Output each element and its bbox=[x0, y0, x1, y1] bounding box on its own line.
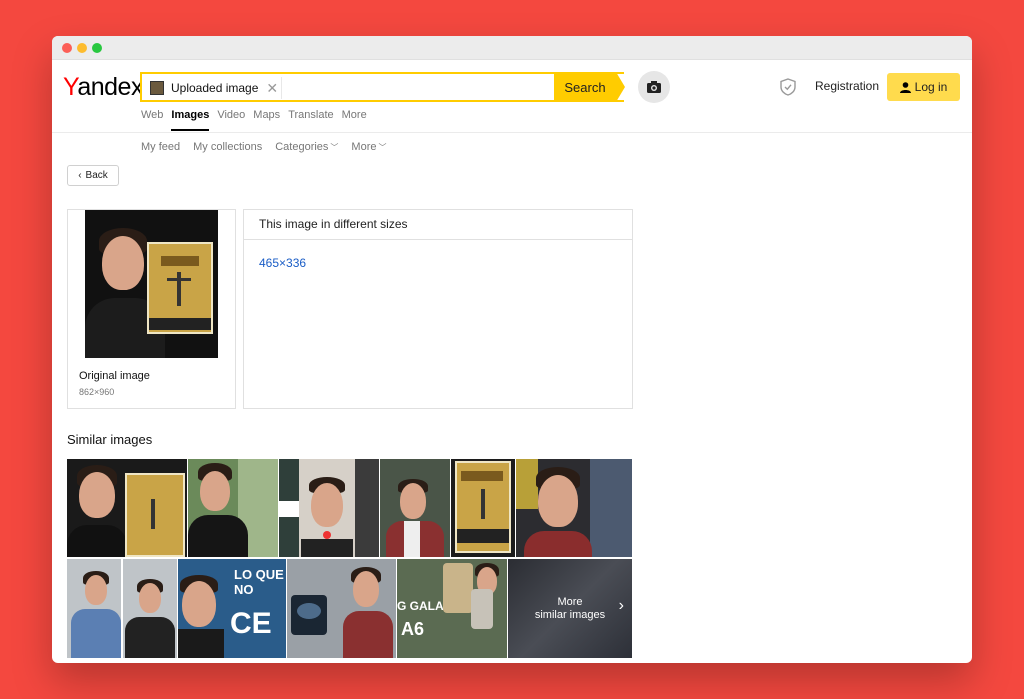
original-image-dimensions: 862×960 bbox=[79, 387, 115, 397]
yandex-logo[interactable]: Yandex bbox=[63, 73, 143, 102]
tab-more[interactable]: More bbox=[342, 109, 367, 121]
tab-web[interactable]: Web bbox=[141, 109, 163, 121]
my-feed-link[interactable]: My feed bbox=[141, 141, 180, 153]
title-bar bbox=[52, 36, 972, 60]
registration-link[interactable]: Registration bbox=[815, 79, 879, 93]
similar-image[interactable] bbox=[287, 559, 396, 658]
back-label: Back bbox=[85, 170, 108, 181]
tab-video[interactable]: Video bbox=[217, 109, 245, 121]
similar-image[interactable] bbox=[67, 559, 177, 658]
maximize-window-button[interactable] bbox=[92, 43, 102, 53]
similar-image[interactable] bbox=[380, 459, 450, 557]
back-button[interactable]: ‹ Back bbox=[67, 165, 119, 186]
similar-image[interactable] bbox=[279, 459, 379, 557]
chevron-right-icon: › bbox=[618, 597, 624, 614]
sizes-heading: This image in different sizes bbox=[244, 210, 632, 240]
search-box[interactable]: Uploaded image ✕ bbox=[140, 72, 624, 102]
similar-image[interactable] bbox=[516, 459, 632, 557]
search-button[interactable]: Search bbox=[554, 72, 616, 102]
service-tabs: Web Images Video Maps Translate More bbox=[141, 109, 375, 131]
size-link[interactable]: 465×336 bbox=[259, 256, 306, 270]
similar-images-title: Similar images bbox=[67, 432, 153, 447]
header-divider bbox=[52, 132, 972, 133]
tab-maps[interactable]: Maps bbox=[253, 109, 280, 121]
images-subnav: My feed My collections Categories ﹀ More ﹀ bbox=[141, 141, 399, 153]
original-image[interactable] bbox=[85, 210, 218, 358]
similar-image[interactable] bbox=[188, 459, 278, 557]
logo-first-letter: Y bbox=[63, 73, 78, 101]
original-image-caption: Original image bbox=[79, 370, 150, 382]
categories-dropdown[interactable]: Categories ﹀ bbox=[275, 141, 338, 153]
uploaded-image-chip: Uploaded image ✕ bbox=[146, 77, 282, 99]
login-label: Log in bbox=[914, 80, 948, 94]
similar-image[interactable] bbox=[67, 459, 187, 557]
chevron-down-icon: ﹀ bbox=[378, 143, 387, 152]
tab-translate[interactable]: Translate bbox=[288, 109, 333, 121]
more-similar-line2: similar images bbox=[534, 608, 606, 621]
uploaded-image-label: Uploaded image bbox=[171, 81, 259, 95]
more-similar-line1: More bbox=[557, 595, 583, 608]
similar-image[interactable]: LO QUE NO CE bbox=[178, 559, 286, 658]
my-collections-link[interactable]: My collections bbox=[193, 141, 262, 153]
more-label: More bbox=[351, 141, 377, 153]
similar-image[interactable]: G GALAXY A6 bbox=[397, 559, 507, 658]
chevron-left-icon: ‹ bbox=[78, 170, 82, 181]
tab-images[interactable]: Images bbox=[171, 109, 209, 131]
more-dropdown[interactable]: More ﹀ bbox=[351, 141, 386, 153]
uploaded-image-thumbnail bbox=[150, 81, 164, 95]
search-button-arrow bbox=[616, 72, 625, 102]
logo-rest: andex bbox=[77, 73, 143, 101]
login-button[interactable]: Log in bbox=[887, 73, 960, 101]
close-window-button[interactable] bbox=[62, 43, 72, 53]
sizes-card: This image in different sizes 465×336 bbox=[243, 209, 633, 409]
categories-label: Categories bbox=[275, 141, 329, 153]
similar-image[interactable] bbox=[451, 459, 515, 557]
camera-icon[interactable] bbox=[638, 71, 670, 103]
shield-icon[interactable] bbox=[780, 78, 796, 101]
more-similar-images-tile[interactable]: More similar images › bbox=[508, 559, 632, 658]
remove-image-icon[interactable]: ✕ bbox=[266, 80, 278, 97]
user-icon bbox=[899, 81, 911, 93]
similar-images-grid: LO QUE NO CE G GALAXY A6 More similar im… bbox=[67, 459, 632, 658]
original-image-card: Original image 862×960 bbox=[67, 209, 236, 409]
more-similar-label: More similar images bbox=[535, 596, 605, 622]
chevron-down-icon: ﹀ bbox=[330, 143, 339, 152]
browser-window: Yandex Uploaded image ✕ Search Registrat… bbox=[52, 36, 972, 663]
minimize-window-button[interactable] bbox=[77, 43, 87, 53]
